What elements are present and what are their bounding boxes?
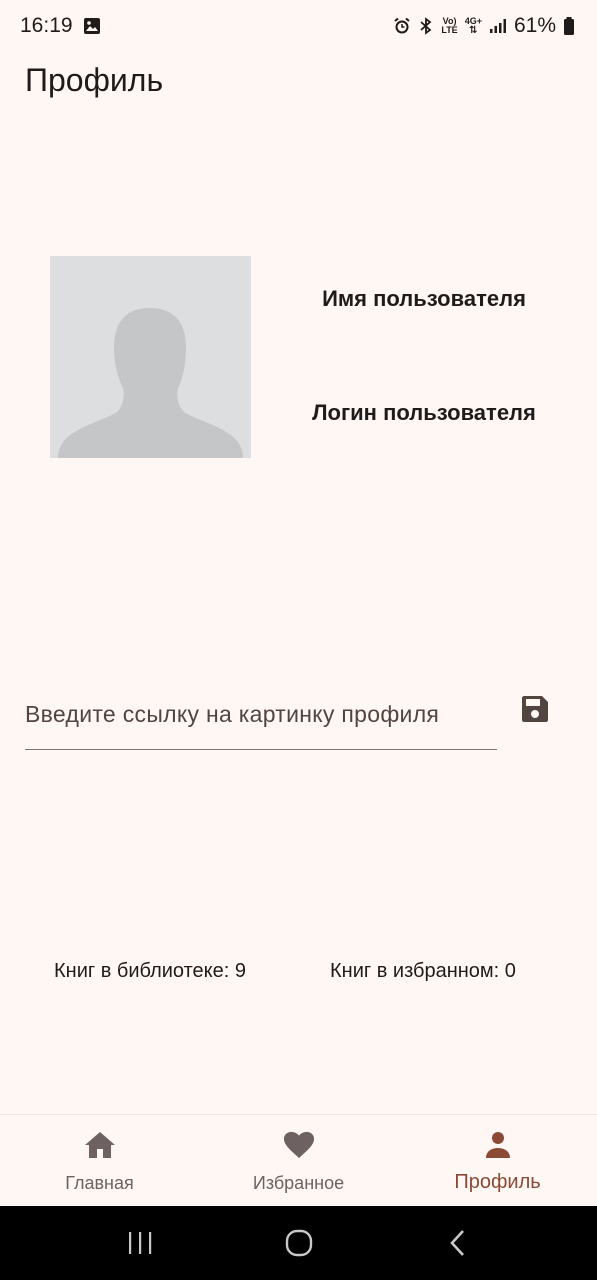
nav-item-home[interactable]: Главная	[0, 1115, 199, 1206]
bluetooth-icon	[418, 17, 434, 35]
gallery-icon	[83, 17, 101, 35]
status-right: Vo) LTE 4G+ ⇅ 61%	[393, 14, 575, 38]
alarm-icon	[393, 17, 411, 35]
volte-icon: Vo) LTE	[441, 16, 458, 35]
signal-icon	[489, 18, 507, 34]
nav-item-profile[interactable]: Профиль	[398, 1115, 597, 1206]
home-icon	[84, 1129, 116, 1161]
save-button[interactable]	[516, 690, 554, 728]
network-type-icon: 4G+ ⇅	[464, 16, 482, 36]
profile-image-url-input[interactable]	[25, 701, 497, 728]
page-title: Профиль	[25, 62, 164, 98]
system-navigation-bar	[0, 1206, 597, 1280]
bottom-navigation: Главная Избранное Профиль	[0, 1114, 597, 1206]
recent-apps-icon	[128, 1232, 151, 1254]
status-left: 16:19	[20, 14, 101, 38]
avatar	[50, 256, 251, 458]
battery-percent: 61%	[513, 14, 556, 37]
nav-label-profile: Профиль	[454, 1171, 541, 1193]
library-books-count: Книг в библиотеке: 9	[54, 960, 247, 982]
home-system-button[interactable]	[269, 1213, 329, 1273]
favorite-books-count: Книг в избранном: 0	[330, 960, 516, 982]
person-icon	[482, 1129, 514, 1161]
battery-icon	[563, 16, 575, 36]
recent-apps-button[interactable]	[110, 1213, 170, 1273]
nav-item-favorites[interactable]: Избранное	[199, 1115, 398, 1206]
status-bar: 16:19 Vo) LTE 4G+ ⇅ 61%	[0, 0, 597, 52]
heart-icon	[283, 1129, 315, 1161]
status-time: 16:19	[20, 14, 73, 37]
nav-label-favorites: Избранное	[252, 1173, 345, 1193]
person-silhouette-icon	[58, 308, 243, 458]
back-arrow-icon	[449, 1230, 464, 1256]
home-circle-icon	[285, 1229, 312, 1257]
nav-label-home: Главная	[65, 1173, 134, 1193]
back-button[interactable]	[428, 1213, 488, 1273]
user-login: Логин пользователя	[312, 400, 536, 425]
user-name: Имя пользователя	[322, 286, 526, 311]
save-icon	[522, 696, 548, 722]
profile-image-url-field[interactable]	[25, 680, 497, 750]
